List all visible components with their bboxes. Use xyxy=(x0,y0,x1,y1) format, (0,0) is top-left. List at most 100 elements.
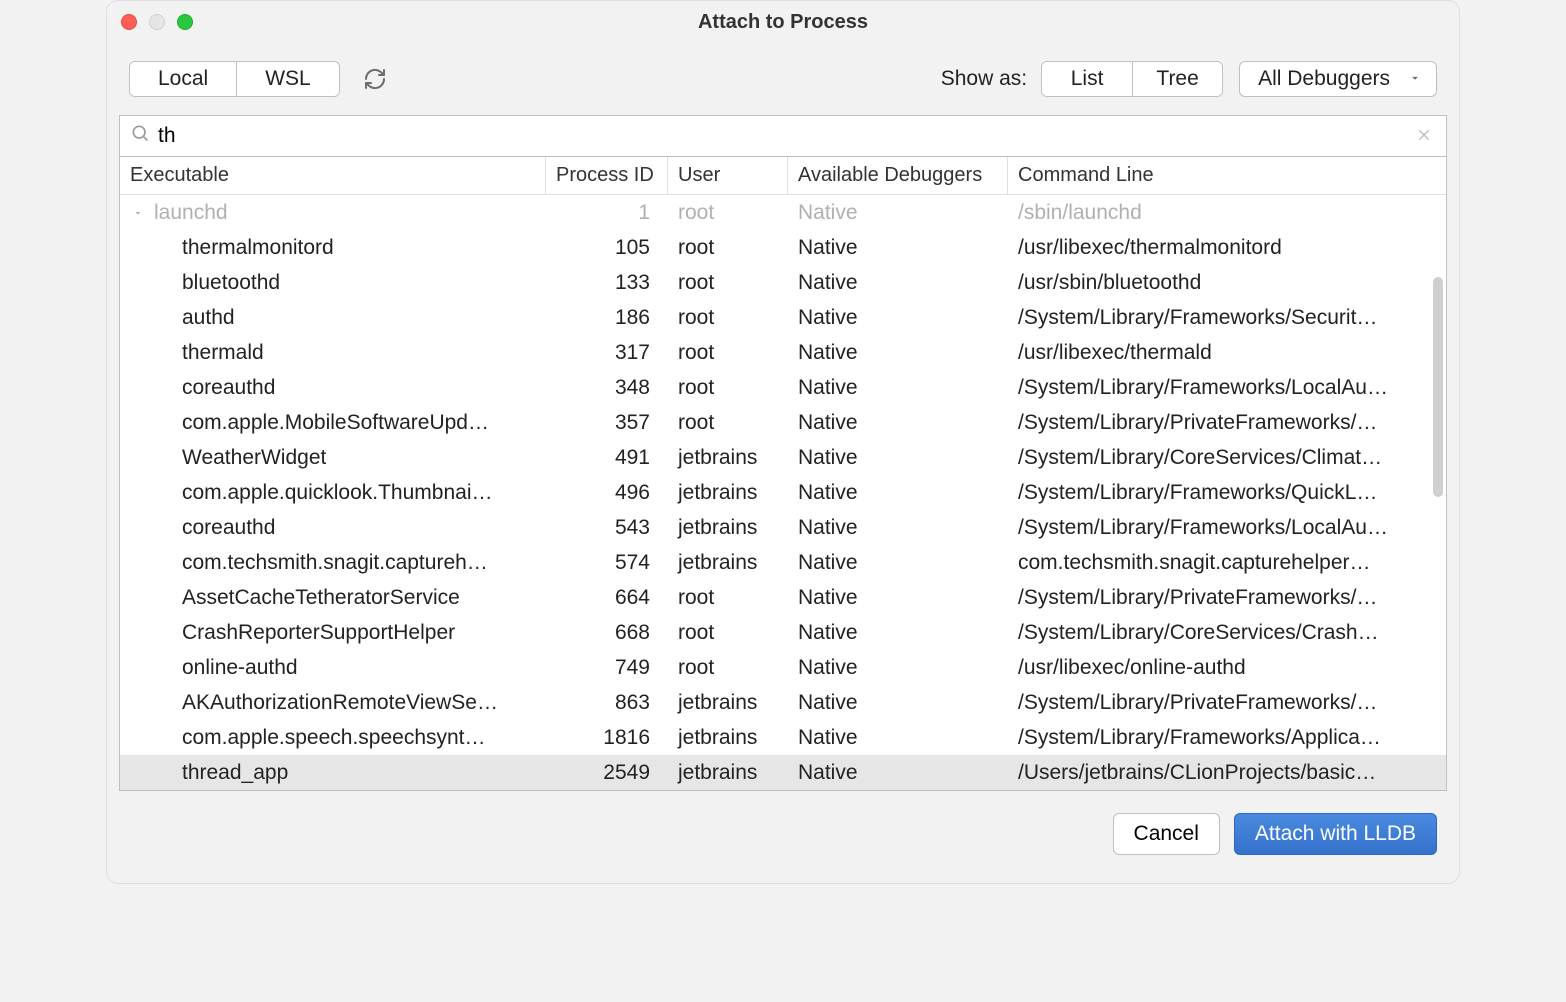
table-row[interactable]: authd186rootNative/System/Library/Framew… xyxy=(120,300,1446,335)
table-row[interactable]: WeatherWidget 491jetbrainsNative/System/L… xyxy=(120,440,1446,475)
window-title: Attach to Process xyxy=(698,11,868,34)
refresh-button[interactable] xyxy=(358,62,392,96)
process-command-line: /System/Library/Frameworks/QuickL… xyxy=(1008,477,1446,509)
search-input[interactable] xyxy=(158,122,1412,150)
table-row[interactable]: coreauthd543jetbrainsNative/System/Libra… xyxy=(120,510,1446,545)
process-command-line: com.techsmith.snagit.capturehelper… xyxy=(1008,547,1446,579)
process-avail-debuggers: Native xyxy=(788,372,1008,404)
process-user: jetbrains xyxy=(668,757,788,789)
table-row[interactable]: AKAuthorizationRemoteViewSe… 863jetbrains… xyxy=(120,685,1446,720)
view-list[interactable]: List xyxy=(1042,62,1132,96)
process-user: jetbrains xyxy=(668,687,788,719)
zoom-window-button[interactable] xyxy=(177,14,193,30)
process-executable: thermald xyxy=(182,341,264,365)
process-avail-debuggers: Native xyxy=(788,582,1008,614)
process-pid: 348 xyxy=(546,372,668,404)
attach-button[interactable]: Attach with LLDB xyxy=(1234,813,1437,855)
table-header: Executable Process ID User Available Deb… xyxy=(120,157,1446,195)
process-avail-debuggers: Native xyxy=(788,407,1008,439)
col-header-cmd[interactable]: Command Line xyxy=(1008,157,1446,194)
process-pid: 2549 xyxy=(546,757,668,789)
process-user: root xyxy=(668,652,788,684)
table-row[interactable]: com.apple.speech.speechsynt…1816jetbrain… xyxy=(120,720,1446,755)
search-field[interactable] xyxy=(119,115,1447,157)
col-header-avail[interactable]: Available Debuggers xyxy=(788,157,1008,194)
table-row[interactable]: online-authd749rootNative/usr/libexec/on… xyxy=(120,650,1446,685)
tab-wsl[interactable]: WSL xyxy=(236,62,339,96)
process-executable: WeatherWidget xyxy=(182,446,326,470)
table-row[interactable]: thermald317rootNative/usr/libexec/therma… xyxy=(120,335,1446,370)
table-row[interactable]: com.techsmith.snagit.captureh…574jetbrai… xyxy=(120,545,1446,580)
table-row[interactable]: CrashReporterSupportHelper668rootNative/… xyxy=(120,615,1446,650)
process-executable: coreauthd xyxy=(182,516,275,540)
process-avail-debuggers: Native xyxy=(788,267,1008,299)
cancel-button[interactable]: Cancel xyxy=(1113,813,1220,855)
process-pid: 749 xyxy=(546,652,668,684)
process-command-line: /usr/libexec/thermald xyxy=(1008,337,1446,369)
process-avail-debuggers: Native xyxy=(788,512,1008,544)
process-executable: online-authd xyxy=(182,656,298,680)
process-pid: 668 xyxy=(546,617,668,649)
table-body: launchd1rootNative/sbin/launchdthermalmo… xyxy=(120,195,1446,790)
table-row[interactable]: AssetCacheTetheratorService664rootNative… xyxy=(120,580,1446,615)
titlebar: Attach to Process xyxy=(107,1,1459,43)
process-avail-debuggers: Native xyxy=(788,442,1008,474)
process-command-line: /System/Library/CoreServices/Crash… xyxy=(1008,617,1446,649)
process-command-line: /System/Library/Frameworks/LocalAu… xyxy=(1008,372,1446,404)
process-pid: 543 xyxy=(546,512,668,544)
table-row[interactable]: com.apple.quicklook.Thumbnai…496jetbrain… xyxy=(120,475,1446,510)
table-row[interactable]: thread_app2549jetbrainsNative/Users/jetb… xyxy=(120,755,1446,790)
scrollbar[interactable] xyxy=(1433,277,1443,497)
table-row[interactable]: coreauthd348rootNative/System/Library/Fr… xyxy=(120,370,1446,405)
chevron-down-icon xyxy=(1408,67,1422,91)
process-avail-debuggers: Native xyxy=(788,477,1008,509)
process-command-line: /System/Library/PrivateFrameworks/… xyxy=(1008,582,1446,614)
process-user: root xyxy=(668,582,788,614)
view-tree[interactable]: Tree xyxy=(1132,62,1222,96)
process-executable: com.apple.MobileSoftwareUpd… xyxy=(182,411,489,435)
process-user: root xyxy=(668,302,788,334)
col-header-user[interactable]: User xyxy=(668,157,788,194)
process-executable: thermalmonitord xyxy=(182,236,334,260)
table-row[interactable]: com.apple.MobileSoftwareUpd…357rootNativ… xyxy=(120,405,1446,440)
table-row[interactable]: launchd1rootNative/sbin/launchd xyxy=(120,195,1446,230)
process-executable: launchd xyxy=(154,201,228,225)
process-avail-debuggers: Native xyxy=(788,722,1008,754)
process-command-line: /usr/sbin/bluetoothd xyxy=(1008,267,1446,299)
process-pid: 863 xyxy=(546,687,668,719)
clear-search-button[interactable] xyxy=(1412,123,1436,150)
process-user: jetbrains xyxy=(668,442,788,474)
process-avail-debuggers: Native xyxy=(788,337,1008,369)
tab-local[interactable]: Local xyxy=(130,62,236,96)
col-header-pid[interactable]: Process ID xyxy=(546,157,668,194)
process-user: root xyxy=(668,337,788,369)
disclosure-triangle-icon[interactable] xyxy=(130,205,146,221)
process-user: root xyxy=(668,617,788,649)
process-pid: 133 xyxy=(546,267,668,299)
close-window-button[interactable] xyxy=(121,14,137,30)
process-command-line: /System/Library/PrivateFrameworks/… xyxy=(1008,687,1446,719)
process-pid: 491 xyxy=(546,442,668,474)
process-command-line: /System/Library/PrivateFrameworks/… xyxy=(1008,407,1446,439)
process-avail-debuggers: Native xyxy=(788,757,1008,789)
table-row[interactable]: bluetoothd133rootNative/usr/sbin/bluetoo… xyxy=(120,265,1446,300)
minimize-window-button[interactable] xyxy=(149,14,165,30)
process-user: jetbrains xyxy=(668,547,788,579)
process-command-line: /usr/libexec/thermalmonitord xyxy=(1008,232,1446,264)
debugger-filter-combo[interactable]: All Debuggers xyxy=(1239,61,1437,97)
process-user: jetbrains xyxy=(668,722,788,754)
process-command-line: /System/Library/Frameworks/LocalAu… xyxy=(1008,512,1446,544)
process-table: Executable Process ID User Available Deb… xyxy=(119,157,1447,791)
process-user: root xyxy=(668,232,788,264)
table-row[interactable]: thermalmonitord105rootNative/usr/libexec… xyxy=(120,230,1446,265)
process-command-line: /Users/jetbrains/CLionProjects/basic… xyxy=(1008,757,1446,789)
process-command-line: /System/Library/CoreServices/Climat… xyxy=(1008,442,1446,474)
process-command-line: /System/Library/Frameworks/Securit… xyxy=(1008,302,1446,334)
col-header-executable[interactable]: Executable xyxy=(120,157,546,194)
process-executable: com.apple.speech.speechsynt… xyxy=(182,726,486,750)
process-executable: AKAuthorizationRemoteViewSe… xyxy=(182,691,498,715)
attach-to-process-dialog: Attach to Process Local WSL Show as: Lis… xyxy=(106,0,1460,884)
toolbar: Local WSL Show as: List Tree All Debugge… xyxy=(107,43,1459,111)
process-executable: com.techsmith.snagit.captureh… xyxy=(182,551,488,575)
process-command-line: /sbin/launchd xyxy=(1008,197,1446,229)
